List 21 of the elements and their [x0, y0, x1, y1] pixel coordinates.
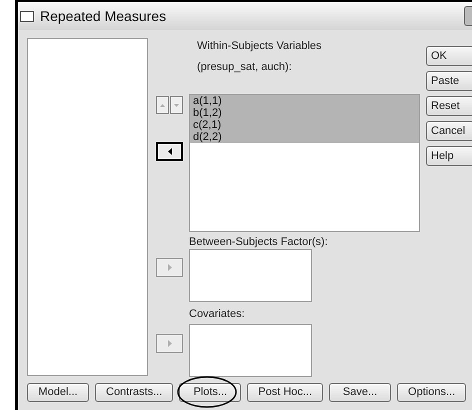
- dialog-button[interactable]: Options...: [397, 383, 466, 402]
- within-subjects-list[interactable]: a(1,1) b(1,2) c(2,1) d(2,2): [189, 94, 420, 232]
- dialog-button[interactable]: Help: [426, 146, 472, 166]
- dialog-button[interactable]: OK: [426, 46, 472, 66]
- list-item[interactable]: a(1,1): [190, 95, 419, 107]
- list-item[interactable]: d(2,2): [190, 131, 419, 143]
- dialog-button[interactable]: Reset: [426, 96, 472, 116]
- within-subjects-sublabel: (presup_sat, auch):: [197, 60, 293, 74]
- list-item[interactable]: c(2,1): [190, 119, 419, 131]
- dialog-button[interactable]: Cancel: [426, 121, 472, 141]
- list-item[interactable]: b(1,2): [190, 107, 419, 119]
- covariates-label: Covariates:: [189, 307, 246, 321]
- between-subjects-label: Between-Subjects Factor(s):: [189, 235, 329, 249]
- dialog-button[interactable]: Plots...: [179, 383, 242, 402]
- dialog-button[interactable]: Model...: [27, 383, 89, 402]
- dialog-button[interactable]: Save...: [329, 383, 392, 402]
- dialog-button[interactable]: Paste: [426, 71, 472, 91]
- dialog-button[interactable]: Post Hoc...: [247, 383, 324, 402]
- dialog-button[interactable]: Contrasts...: [95, 383, 174, 402]
- within-subjects-label: Within-Subjects Variables: [197, 39, 323, 53]
- window-title: Repeated Measures: [40, 6, 166, 26]
